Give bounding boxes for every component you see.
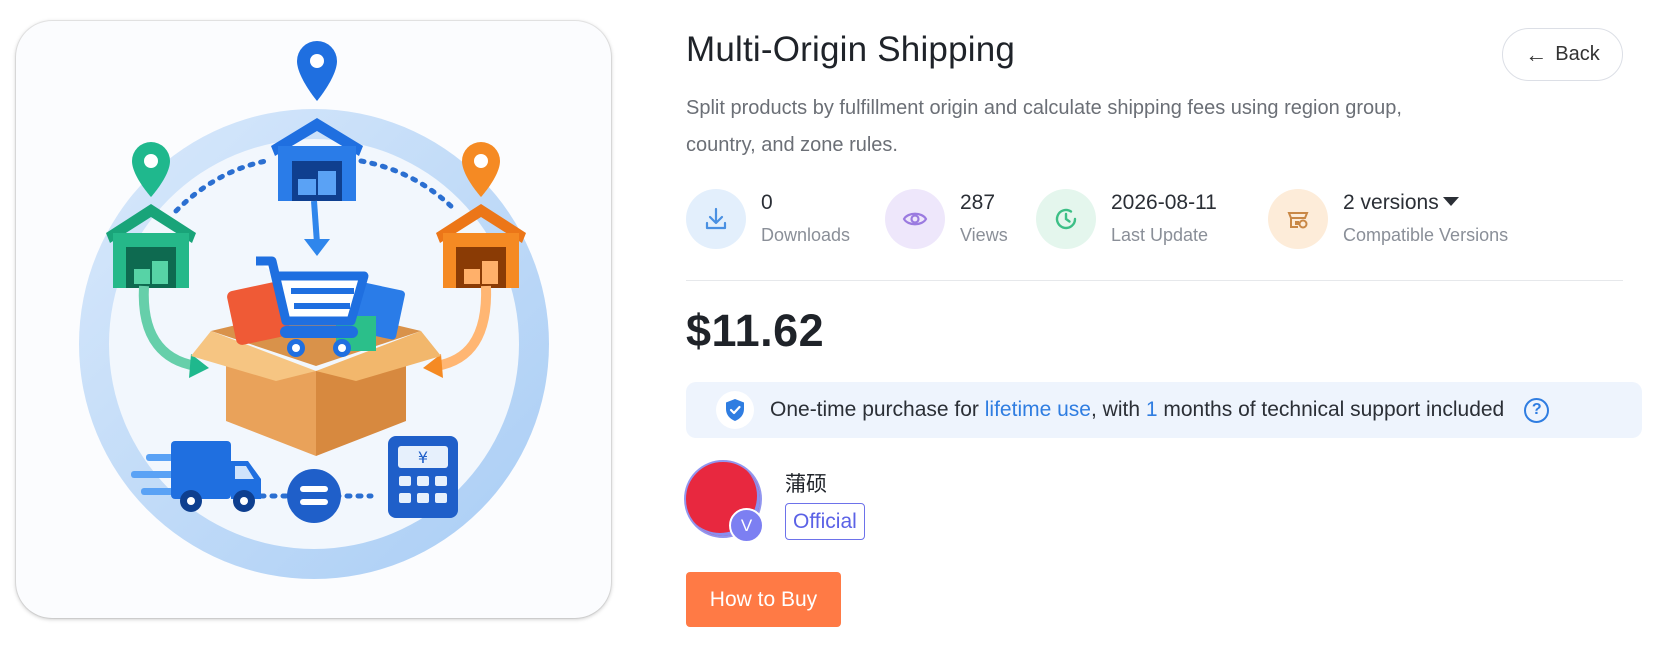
product-image: ¥: [16, 21, 611, 618]
stat-value: 2026-08-11: [1111, 191, 1217, 214]
banner-text-suffix: months of technical support included: [1157, 398, 1505, 421]
equals-icon: [287, 469, 341, 523]
caret-down-icon: [1442, 196, 1459, 206]
lifetime-use-highlight: lifetime use: [984, 398, 1091, 421]
stat-label: Views: [960, 225, 1008, 245]
stat-label: Compatible Versions: [1343, 225, 1509, 245]
divider: [686, 280, 1623, 281]
purchase-info-banner: One-time purchase for lifetime use , wit…: [686, 382, 1642, 438]
versions-dropdown[interactable]: 2 versions: [1343, 191, 1459, 215]
verified-badge: V: [729, 508, 764, 543]
arrow-left-icon: ←: [1525, 41, 1548, 67]
location-pin-icon: [297, 41, 337, 101]
support-months-highlight: 1: [1145, 398, 1158, 421]
page-title: Multi-Origin Shipping: [686, 30, 1016, 69]
banner-text-middle: , with: [1090, 398, 1146, 421]
official-badge: Official: [785, 503, 865, 540]
store-plugin-icon: [1268, 189, 1328, 249]
how-to-buy-button[interactable]: How to Buy: [686, 572, 841, 627]
help-icon[interactable]: ?: [1524, 397, 1550, 423]
stat-label: Last Update: [1111, 225, 1209, 245]
eye-icon: [885, 189, 945, 249]
author-name[interactable]: 蒲硕: [785, 468, 827, 498]
stat-value: 287: [960, 191, 996, 214]
svg-text:¥: ¥: [418, 448, 428, 467]
clock-icon: [1036, 189, 1096, 249]
back-button[interactable]: ← Back: [1502, 28, 1623, 81]
banner-text-prefix: One-time purchase for: [770, 398, 985, 421]
product-stats: 0 Downloads 287 Views 2026-08-11 Last Up…: [686, 188, 1646, 250]
stat-value: 2 versions: [1343, 191, 1439, 214]
price: $11.62: [686, 305, 825, 356]
product-description: Split products by fulfillment origin and…: [686, 97, 1402, 156]
stat-value: 0: [761, 191, 773, 214]
stat-label: Downloads: [761, 225, 851, 245]
download-icon: [686, 189, 746, 249]
back-label: Back: [1555, 43, 1600, 65]
calculator-icon: ¥: [388, 436, 458, 518]
shield-check-icon: [716, 391, 754, 429]
multi-origin-shipping-illustration: ¥: [79, 41, 549, 579]
